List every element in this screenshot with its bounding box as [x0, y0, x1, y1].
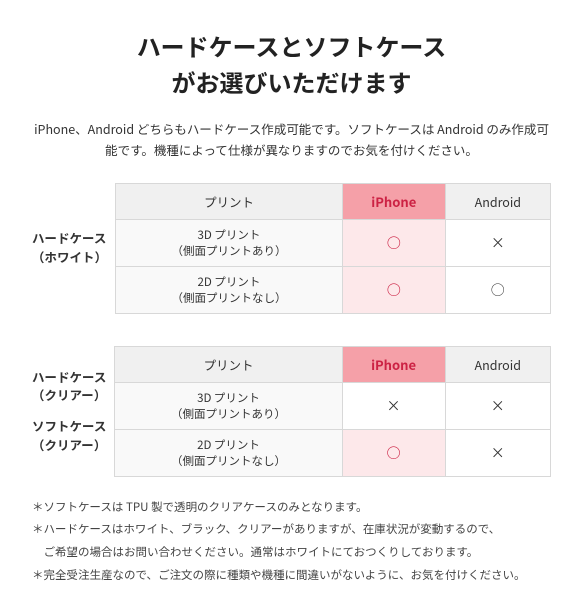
table-2: プリント iPhone Android 3D プリント （側面プリントあり） ×… [114, 346, 551, 477]
row-header-2b: ソフトケース （クリアー） [32, 417, 106, 455]
table1-header-print: プリント [116, 183, 343, 219]
table1-row1-iphone: ○ [342, 219, 445, 266]
table2-header-iphone: iPhone [342, 346, 445, 382]
note-3: ご希望の場合はお問い合わせください。通常はホワイトにておつくりしております。 [32, 542, 551, 563]
table1-row2-android: ○ [445, 266, 550, 313]
notes-section: ＊ソフトケースは TPU 製で透明のクリアケースのみとなります。 ＊ハードケース… [32, 497, 551, 586]
table1-header-android: Android [445, 183, 550, 219]
table-row: 2D プリント （側面プリントなし） ○ × [115, 429, 551, 476]
table1-row2-print: 2D プリント （側面プリントなし） [116, 266, 343, 313]
table2-row1-android: × [445, 382, 551, 429]
table1-row1-android: × [445, 219, 550, 266]
row-header-2a: ハードケース （クリアー） [32, 368, 106, 406]
table2-header-android: Android [445, 346, 551, 382]
row-header-2: ハードケース （クリアー） ソフトケース （クリアー） [32, 346, 114, 477]
table-section-1: ハードケース （ホワイト） プリント iPhone Android 3D プリン… [32, 183, 551, 314]
table2-header-print: プリント [115, 346, 342, 382]
table2-row2-print: 2D プリント （側面プリントなし） [115, 429, 342, 476]
table2-row2-iphone: ○ [342, 429, 445, 476]
page-container: ハードケースとソフトケース がお選びいただけます iPhone、Android … [0, 0, 583, 611]
table-1: プリント iPhone Android 3D プリント （側面プリントあり） ○… [115, 183, 551, 314]
table2-row1-print: 3D プリント （側面プリントあり） [115, 382, 342, 429]
table-row: 2D プリント （側面プリントなし） ○ ○ [116, 266, 551, 313]
main-title: ハードケースとソフトケース がお選びいただけます [32, 28, 551, 100]
table1-row1-print: 3D プリント （側面プリントあり） [116, 219, 343, 266]
table-wrapper-2: ハードケース （クリアー） ソフトケース （クリアー） プリント iPhone … [32, 346, 551, 477]
table1-header-iphone: iPhone [342, 183, 445, 219]
note-2: ＊ハードケースはホワイト、ブラック、クリアーがありますが、在庫状況が変動するので… [32, 519, 551, 540]
table-section-2: ハードケース （クリアー） ソフトケース （クリアー） プリント iPhone … [32, 346, 551, 477]
intro-text: iPhone、Android どちらもハードケース作成可能です。ソフトケースは … [32, 118, 551, 161]
table-row: 3D プリント （側面プリントあり） × × [115, 382, 551, 429]
table1-row2-iphone: ○ [342, 266, 445, 313]
table-row: 3D プリント （側面プリントあり） ○ × [116, 219, 551, 266]
note-4: ＊完全受注生産なので、ご注文の際に種類や機種に間違いがないように、お気を付けくだ… [32, 565, 551, 586]
table2-row2-android: × [445, 429, 551, 476]
table2-row1-iphone: × [342, 382, 445, 429]
table-wrapper-1: ハードケース （ホワイト） プリント iPhone Android 3D プリン… [32, 183, 551, 314]
note-1: ＊ソフトケースは TPU 製で透明のクリアケースのみとなります。 [32, 497, 551, 518]
row-header-1: ハードケース （ホワイト） [32, 183, 115, 314]
